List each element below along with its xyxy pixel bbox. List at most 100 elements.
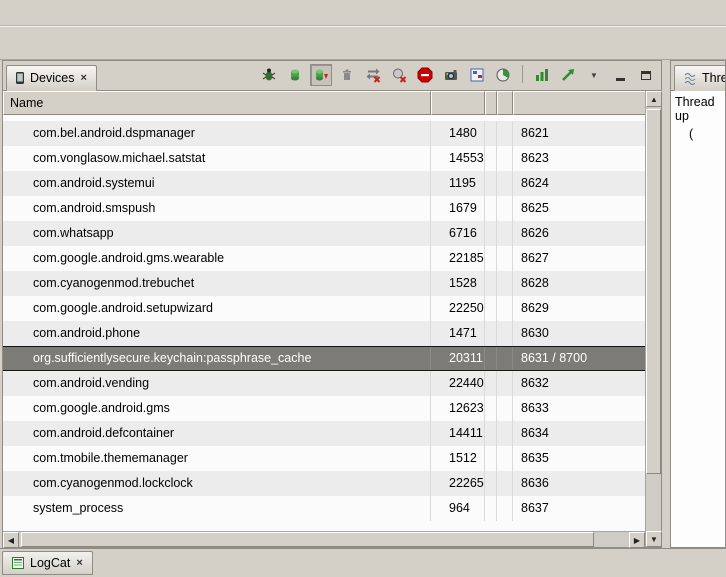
process-pid: 1195 — [431, 171, 485, 196]
column-header-name[interactable]: Name — [3, 91, 431, 115]
table-row[interactable]: com.android.phone 1471 8630 — [3, 321, 645, 346]
horizontal-scrollbar[interactable]: ◀ ▶ — [3, 531, 645, 547]
process-name: com.vonglasow.michael.satstat — [3, 146, 431, 171]
scroll-right-icon[interactable]: ▶ — [629, 532, 645, 548]
table-row[interactable]: com.google.android.setupwizard 22250 862… — [3, 296, 645, 321]
empty-cell — [497, 221, 513, 246]
vscroll-thumb[interactable] — [646, 109, 661, 474]
empty-cell — [485, 121, 497, 146]
empty-cell — [497, 396, 513, 421]
empty-cell — [485, 371, 497, 396]
main-toolbar — [0, 26, 726, 60]
table-header: Name — [3, 91, 645, 115]
hscroll-track[interactable] — [19, 532, 629, 547]
tab-logcat-label: LogCat — [30, 556, 70, 570]
close-icon[interactable]: × — [75, 557, 83, 569]
dump-hprof-icon[interactable] — [310, 64, 332, 86]
column-header-empty[interactable] — [485, 91, 497, 115]
scroll-left-icon[interactable]: ◀ — [3, 532, 19, 548]
table-row[interactable]: com.android.smspush 1679 8625 — [3, 196, 645, 221]
vscroll-track[interactable] — [646, 107, 661, 531]
process-pid: 22185 — [431, 246, 485, 271]
update-threads-icon[interactable] — [362, 64, 384, 86]
empty-cell — [497, 321, 513, 346]
threads-message-line1: Thread up — [675, 95, 723, 123]
process-pid: 1528 — [431, 271, 485, 296]
tab-devices-label: Devices — [30, 71, 74, 85]
table-row[interactable]: org.sufficientlysecure.keychain:passphra… — [3, 346, 645, 371]
process-port: 8629 — [513, 296, 645, 321]
table-row[interactable]: com.tmobile.thememanager 1512 8635 — [3, 446, 645, 471]
tab-threads[interactable]: Threads — [674, 65, 726, 91]
screen-capture-icon[interactable] — [440, 64, 462, 86]
system-info-icon[interactable] — [492, 64, 514, 86]
empty-cell — [497, 196, 513, 221]
maximize-icon[interactable] — [635, 64, 657, 86]
column-header-pid[interactable] — [431, 91, 485, 115]
threads-tabstrip: Threads — [671, 61, 725, 91]
table-row[interactable]: com.cyanogenmod.lockclock 22265 8636 — [3, 471, 645, 496]
table-row[interactable]: com.whatsapp 6716 8626 — [3, 221, 645, 246]
column-header-empty[interactable] — [497, 91, 513, 115]
hscroll-thumb[interactable] — [21, 532, 594, 547]
menubar — [0, 0, 726, 26]
empty-cell — [485, 471, 497, 496]
view-hierarchy-icon[interactable] — [466, 64, 488, 86]
method-profiling-icon[interactable] — [388, 64, 410, 86]
minimize-icon[interactable] — [609, 64, 631, 86]
process-name: com.google.android.setupwizard — [3, 296, 431, 321]
empty-cell — [497, 246, 513, 271]
process-pid: 12623 — [431, 396, 485, 421]
table-row[interactable]: com.android.defcontainer 14411 8634 — [3, 421, 645, 446]
menu-item[interactable] — [24, 9, 42, 17]
empty-cell — [485, 221, 497, 246]
empty-cell — [485, 496, 497, 521]
process-pid: 20311 — [431, 347, 485, 370]
process-pid: 14411 — [431, 421, 485, 446]
vertical-scrollbar[interactable]: ▲ ▼ — [645, 91, 661, 547]
logcat-icon — [11, 556, 25, 570]
empty-cell — [497, 471, 513, 496]
systrace-icon[interactable] — [557, 64, 579, 86]
scroll-up-icon[interactable]: ▲ — [646, 91, 662, 107]
empty-cell — [485, 421, 497, 446]
empty-cell — [497, 171, 513, 196]
devices-table: Name com.bel.android.dspmanager 1480 862… — [3, 91, 661, 547]
scroll-down-icon[interactable]: ▼ — [646, 531, 662, 547]
process-pid: 22250 — [431, 296, 485, 321]
table-row[interactable]: com.android.systemui 1195 8624 — [3, 171, 645, 196]
stop-process-icon[interactable] — [414, 64, 436, 86]
menu-item[interactable] — [78, 9, 96, 17]
close-icon[interactable]: × — [79, 72, 87, 84]
debug-process-icon[interactable] — [258, 64, 280, 86]
view-menu-icon[interactable]: ▼ — [583, 64, 605, 86]
update-heap-icon[interactable] — [284, 64, 306, 86]
process-pid: 964 — [431, 496, 485, 521]
main-area: Devices × — [0, 60, 726, 548]
threads-panel: Threads Thread up ( — [670, 60, 726, 548]
table-row[interactable]: com.cyanogenmod.trebuchet 1528 8628 — [3, 271, 645, 296]
table-row[interactable]: system_process 964 8637 — [3, 496, 645, 521]
column-header-port[interactable] — [513, 91, 645, 115]
process-port: 8637 — [513, 496, 645, 521]
menu-item[interactable] — [60, 9, 78, 17]
table-row[interactable]: com.bel.android.dspmanager 1480 8621 — [3, 121, 645, 146]
panel-sash[interactable] — [662, 60, 670, 548]
process-name: com.whatsapp — [3, 221, 431, 246]
table-row[interactable]: com.google.android.gms 12623 8633 — [3, 396, 645, 421]
process-name: com.tmobile.thememanager — [3, 446, 431, 471]
tab-devices[interactable]: Devices × — [6, 65, 97, 91]
tab-logcat[interactable]: LogCat × — [2, 551, 93, 575]
menu-item[interactable] — [42, 9, 60, 17]
tree-view-icon[interactable] — [531, 64, 553, 86]
empty-cell — [485, 446, 497, 471]
table-row[interactable]: com.android.vending 22440 8632 — [3, 371, 645, 396]
cause-gc-icon[interactable] — [336, 64, 358, 86]
empty-cell — [485, 271, 497, 296]
process-port: 8624 — [513, 171, 645, 196]
table-row[interactable]: com.google.android.gms.wearable 22185 86… — [3, 246, 645, 271]
menu-item[interactable] — [6, 9, 24, 17]
process-rows: com.bel.android.dspmanager 1480 8621 com… — [3, 121, 645, 521]
table-row[interactable]: com.vonglasow.michael.satstat 14553 8623 — [3, 146, 645, 171]
empty-cell — [497, 146, 513, 171]
